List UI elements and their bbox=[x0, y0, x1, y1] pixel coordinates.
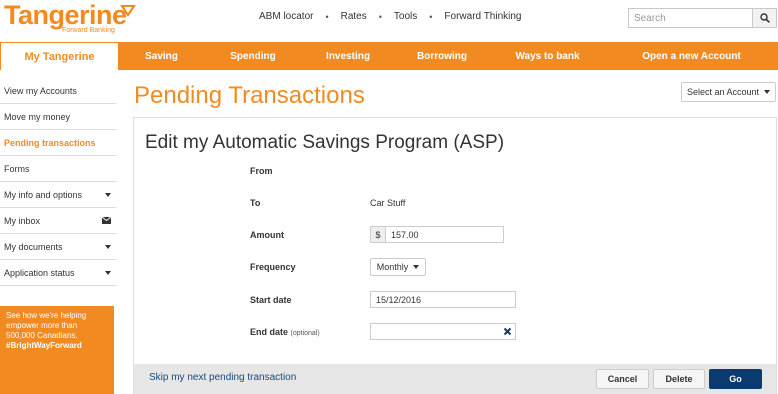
end-date-label: End date (optional) bbox=[250, 327, 320, 337]
sidebar-item-move-money[interactable]: Move my money bbox=[0, 104, 116, 130]
caret-down-icon bbox=[764, 90, 771, 94]
frequency-value: Monthly bbox=[376, 262, 409, 272]
start-date-value: 15/12/2016 bbox=[376, 294, 422, 305]
sidebar-item-documents[interactable]: My documents bbox=[0, 234, 116, 260]
sidebar-item-label: Pending transactions bbox=[4, 137, 96, 148]
sidebar-item-label: Forms bbox=[4, 163, 30, 174]
frequency-dropdown[interactable]: Monthly bbox=[370, 258, 426, 276]
sidebar-item-label: Application status bbox=[4, 267, 75, 278]
amount-field[interactable]: $ 157.00 bbox=[370, 226, 504, 243]
sidebar-item-label: View my Accounts bbox=[4, 85, 77, 96]
amount-value: 157.00 bbox=[391, 229, 419, 240]
rates-link[interactable]: Rates bbox=[341, 11, 367, 22]
caret-down-icon bbox=[105, 270, 111, 275]
tools-link[interactable]: Tools bbox=[394, 11, 417, 22]
search-icon bbox=[759, 13, 770, 23]
form-actions-bar: Skip my next pending transaction Cancel … bbox=[134, 364, 776, 394]
optional-hint: (optional) bbox=[290, 330, 320, 337]
sidebar-item-label: My info and options bbox=[4, 189, 83, 200]
nav-saving[interactable]: Saving bbox=[119, 42, 204, 70]
promo-banner[interactable]: See how we're helping empower more than … bbox=[0, 306, 114, 394]
frequency-label: Frequency bbox=[250, 262, 296, 272]
start-date-label: Start date bbox=[250, 295, 292, 305]
account-select-label: Select an Account bbox=[686, 87, 760, 97]
logo-tagline: Forward Banking bbox=[62, 27, 115, 34]
to-label: To bbox=[250, 198, 261, 208]
amount-label: Amount bbox=[250, 230, 284, 240]
sidebar-item-label: Move my money bbox=[4, 111, 71, 122]
page-title: Pending Transactions bbox=[134, 82, 365, 109]
site-header: Tangerine Forward Banking ABM locator • … bbox=[0, 0, 778, 42]
from-label: From bbox=[250, 166, 273, 176]
tangerine-leaf-icon bbox=[120, 5, 136, 17]
delete-button[interactable]: Delete bbox=[653, 369, 705, 389]
promo-text: See how we're helping empower more than … bbox=[6, 311, 87, 340]
search-button[interactable] bbox=[752, 9, 776, 27]
nav-my-tangerine[interactable]: My Tangerine bbox=[0, 42, 119, 70]
caret-down-icon bbox=[413, 265, 420, 269]
sidebar-item-view-accounts[interactable]: View my Accounts bbox=[0, 78, 116, 104]
forward-thinking-link[interactable]: Forward Thinking bbox=[444, 11, 521, 22]
utility-links: ABM locator • Rates • Tools • Forward Th… bbox=[259, 11, 522, 22]
caret-down-icon bbox=[105, 244, 111, 249]
search-input[interactable] bbox=[629, 9, 752, 27]
search-box bbox=[628, 8, 777, 28]
nav-borrowing[interactable]: Borrowing bbox=[394, 42, 490, 70]
end-date-field[interactable] bbox=[370, 323, 516, 340]
sidebar-item-application-status[interactable]: Application status bbox=[0, 260, 116, 286]
start-date-field[interactable]: 15/12/2016 bbox=[370, 291, 516, 308]
sidebar-item-pending-transactions[interactable]: Pending transactions bbox=[0, 130, 116, 156]
cancel-button[interactable]: Cancel bbox=[596, 369, 649, 389]
sidebar-item-label: My inbox bbox=[4, 215, 41, 226]
main-nav: My Tangerine Saving Spending Investing B… bbox=[0, 42, 778, 70]
go-button[interactable]: Go bbox=[709, 369, 762, 389]
abm-locator-link[interactable]: ABM locator bbox=[259, 11, 313, 22]
promo-hashtag: #BrightWayForward bbox=[6, 341, 82, 350]
sidebar-item-info-options[interactable]: My info and options bbox=[0, 182, 116, 208]
sidebar: View my Accounts Move my money Pending t… bbox=[0, 78, 116, 286]
end-date-label-text: End date bbox=[250, 327, 289, 337]
asp-edit-panel: Edit my Automatic Savings Program (ASP) … bbox=[133, 117, 777, 394]
separator-dot: • bbox=[429, 11, 433, 22]
form-title: Edit my Automatic Savings Program (ASP) bbox=[145, 132, 505, 153]
sidebar-item-label: My documents bbox=[4, 241, 63, 252]
tangerine-logo[interactable]: Tangerine Forward Banking bbox=[4, 0, 136, 34]
caret-down-icon bbox=[105, 192, 111, 197]
account-select[interactable]: Select an Account bbox=[681, 82, 776, 102]
separator-dot: • bbox=[378, 11, 382, 22]
nav-open-account[interactable]: Open a new Account bbox=[605, 42, 778, 70]
logo-wordmark: Tangerine bbox=[4, 0, 127, 30]
sidebar-item-forms[interactable]: Forms bbox=[0, 156, 116, 182]
sidebar-item-inbox[interactable]: My inbox bbox=[0, 208, 116, 234]
envelope-icon bbox=[102, 217, 111, 224]
currency-symbol: $ bbox=[371, 227, 386, 242]
nav-spending[interactable]: Spending bbox=[204, 42, 302, 70]
nav-ways-to-bank[interactable]: Ways to bank bbox=[490, 42, 605, 70]
skip-next-transaction-link[interactable]: Skip my next pending transaction bbox=[149, 372, 296, 383]
nav-investing[interactable]: Investing bbox=[302, 42, 394, 70]
separator-dot: • bbox=[325, 11, 329, 22]
clear-x-icon[interactable] bbox=[503, 327, 512, 336]
to-value: Car Stuff bbox=[370, 198, 406, 208]
